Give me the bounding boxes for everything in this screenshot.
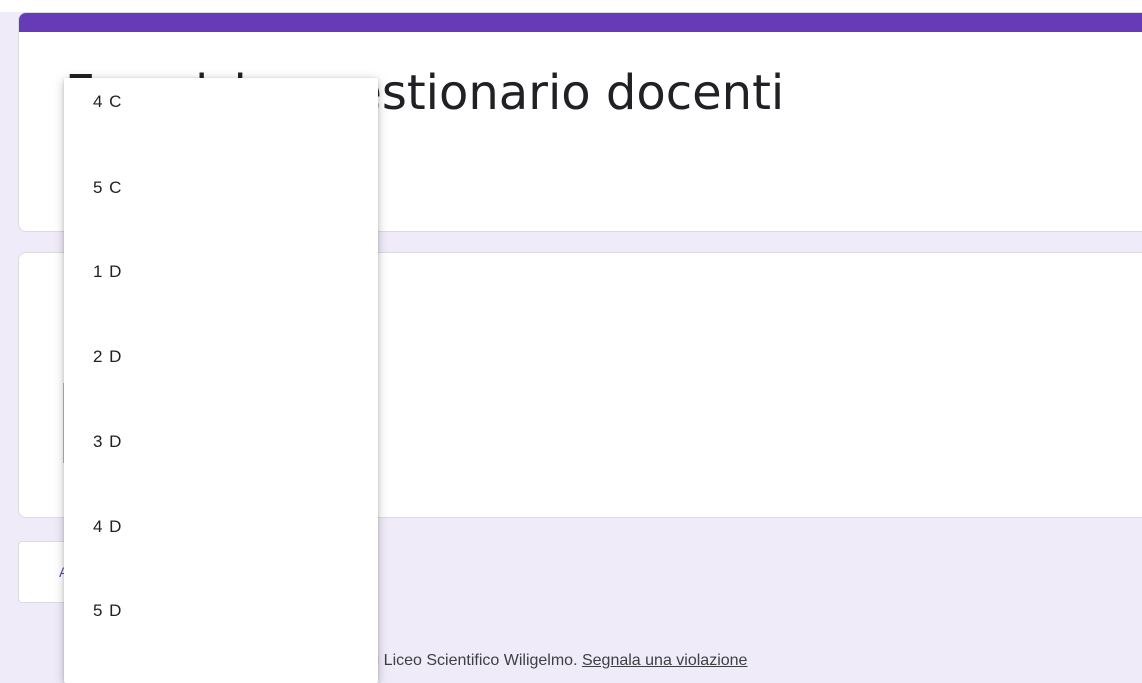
page-top-strip — [0, 0, 1142, 12]
dropdown-option[interactable]: 4 D — [64, 485, 378, 569]
dropdown-option[interactable]: 5 C — [64, 146, 378, 230]
dropdown-option[interactable]: 3 D — [64, 400, 378, 484]
report-violation-link[interactable]: Segnala una violazione — [582, 652, 747, 669]
dropdown-option[interactable]: 1 D — [64, 230, 378, 314]
header-accent-bar — [19, 13, 1142, 32]
class-dropdown-menu: 4 C 5 C 1 D 2 D 3 D 4 D 5 D — [64, 78, 378, 683]
dropdown-option[interactable]: 4 C — [64, 78, 378, 144]
dropdown-option[interactable]: 2 D — [64, 315, 378, 399]
dropdown-option[interactable]: 5 D — [64, 569, 378, 653]
